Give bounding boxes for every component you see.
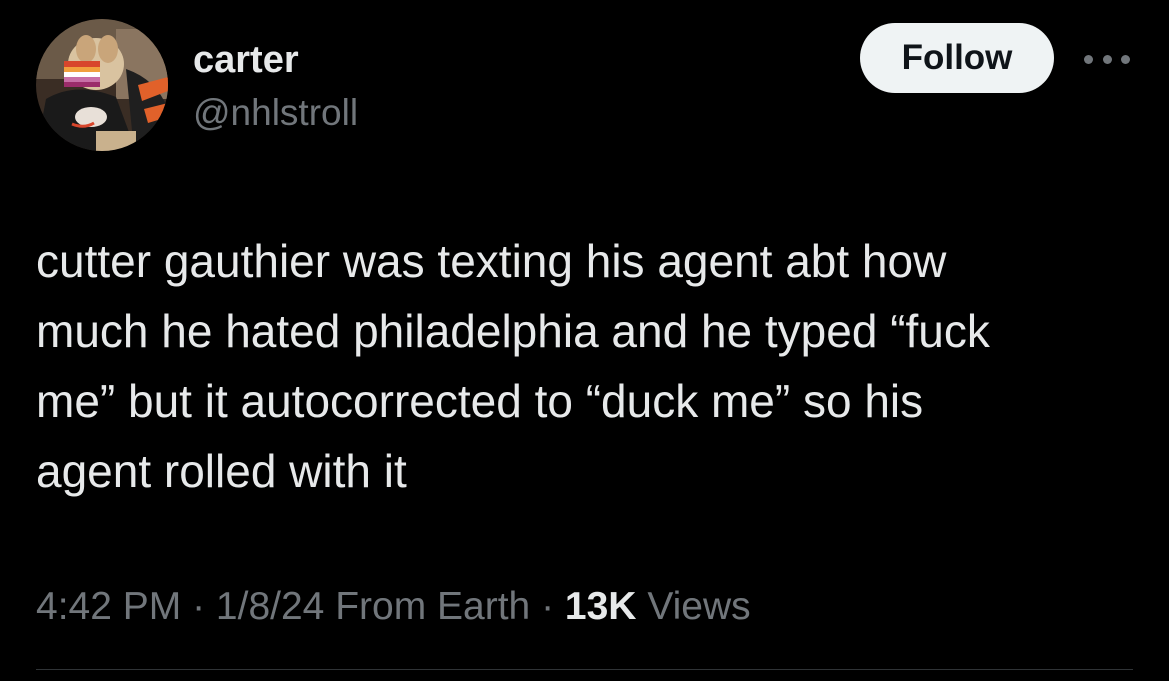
more-horizontal-icon[interactable]	[1084, 44, 1130, 74]
avatar-image	[36, 19, 168, 151]
tweet-source: From Earth	[335, 585, 531, 628]
tweet-date[interactable]: 1/8/24	[216, 585, 324, 628]
more-dot	[1102, 54, 1112, 64]
tweet-time[interactable]: 4:42 PM	[36, 585, 181, 628]
divider	[36, 669, 1133, 670]
tweet-text-line: cutter gauthier was texting his agent ab…	[36, 235, 947, 287]
avatar[interactable]	[36, 19, 168, 151]
tweet-text-line: much he hated philadelphia and he typed …	[36, 305, 990, 357]
more-dot	[1121, 54, 1130, 64]
views-label[interactable]: Views	[647, 585, 750, 628]
views-count[interactable]: 13K	[565, 585, 637, 628]
more-dot	[1084, 54, 1093, 64]
tweet-meta: 4:42 PM · 1/8/24 From Earth · 13K Views	[36, 582, 751, 632]
tweet-card: carter @nhlstroll Follow cutter gauthier…	[0, 0, 1169, 681]
tweet-text: cutter gauthier was texting his agent ab…	[36, 226, 1136, 506]
user-handle[interactable]: @nhlstroll	[193, 91, 358, 135]
meta-separator: ·	[181, 585, 216, 628]
tweet-text-line: agent rolled with it	[36, 445, 407, 497]
follow-button[interactable]: Follow	[860, 23, 1054, 93]
tweet-text-line: me” but it autocorrected to “duck me” so…	[36, 375, 924, 427]
user-display-name[interactable]: carter	[193, 38, 299, 82]
meta-separator: ·	[530, 585, 565, 628]
